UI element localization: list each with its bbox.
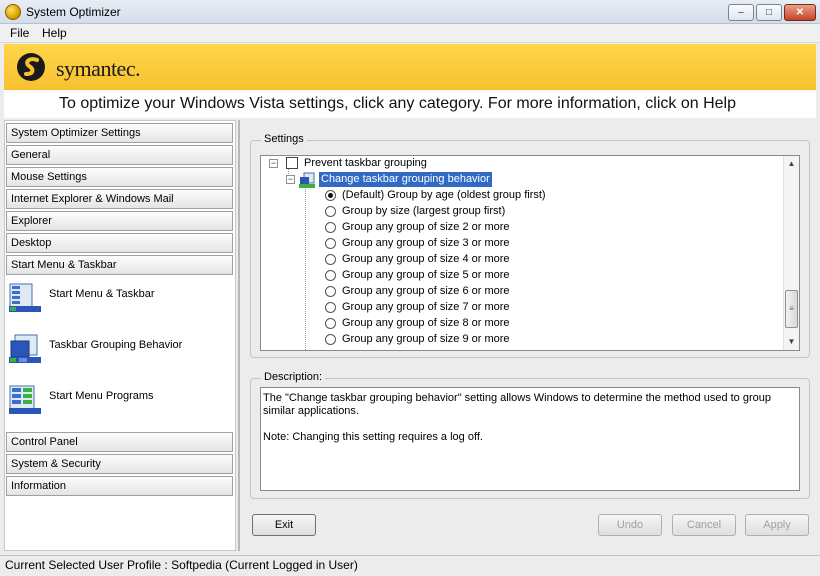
option-label: Group any group of size 5 or more xyxy=(342,269,510,281)
scroll-up-icon[interactable]: ▲ xyxy=(784,156,799,172)
option-radio[interactable] xyxy=(325,318,336,329)
option-radio[interactable] xyxy=(325,286,336,297)
category-system-security[interactable]: System & Security xyxy=(6,454,233,474)
settings-tree: − Prevent taskbar grouping − Change task… xyxy=(260,155,800,351)
symantec-logo-icon xyxy=(17,53,45,81)
option-radio[interactable] xyxy=(325,206,336,217)
settings-legend: Settings xyxy=(261,133,307,145)
option-radio[interactable] xyxy=(325,238,336,249)
start-menu-programs-icon xyxy=(9,385,41,414)
app-icon xyxy=(5,4,21,20)
description-group: Description: The "Change taskbar groupin… xyxy=(250,371,810,499)
undo-button[interactable]: Undo xyxy=(598,514,662,536)
taskbar-grouping-icon xyxy=(9,334,41,363)
collapse-icon[interactable]: − xyxy=(269,159,278,168)
subitem-taskbar-grouping-behavior[interactable]: Taskbar Grouping Behavior xyxy=(9,333,229,369)
category-mouse-settings[interactable]: Mouse Settings xyxy=(6,167,233,187)
subitem-start-menu-programs[interactable]: Start Menu Programs xyxy=(9,384,229,420)
option-label: Group any group of size 6 or more xyxy=(342,285,510,297)
option-label: Group any group of size 4 or more xyxy=(342,253,510,265)
menu-file[interactable]: File xyxy=(10,26,29,40)
tree-connector xyxy=(305,184,306,350)
status-bar: Current Selected User Profile : Softpedi… xyxy=(0,555,820,576)
panel-splitter[interactable] xyxy=(238,120,240,551)
tree-item-label: Prevent taskbar grouping xyxy=(304,157,427,169)
category-system-optimizer-settings[interactable]: System Optimizer Settings xyxy=(6,123,233,143)
option-radio[interactable] xyxy=(325,334,336,345)
taskbar-setting-icon xyxy=(299,172,315,188)
description-text: The "Change taskbar grouping behavior" s… xyxy=(263,392,771,417)
description-legend: Description: xyxy=(261,371,326,383)
brand-banner: symantec. xyxy=(4,44,816,90)
scroll-down-icon[interactable]: ▼ xyxy=(784,334,799,350)
option-radio[interactable] xyxy=(325,270,336,281)
menu-help[interactable]: Help xyxy=(42,26,67,40)
subitem-label: Taskbar Grouping Behavior xyxy=(49,339,183,351)
option-label: (Default) Group by age (oldest group fir… xyxy=(342,189,546,201)
settings-scrollbar[interactable]: ▲ ≡ ▼ xyxy=(783,156,799,350)
option-label: Group by size (largest group first) xyxy=(342,205,506,217)
instruction-text: To optimize your Windows Vista settings,… xyxy=(4,90,816,118)
option-radio[interactable] xyxy=(325,302,336,313)
option-label: Group any group of size 9 or more xyxy=(342,333,510,345)
minimize-button[interactable]: – xyxy=(728,4,754,21)
window-title: System Optimizer xyxy=(26,5,121,19)
apply-button[interactable]: Apply xyxy=(745,514,809,536)
category-explorer[interactable]: Explorer xyxy=(6,211,233,231)
category-internet-explorer[interactable]: Internet Explorer & Windows Mail xyxy=(6,189,233,209)
option-label: Group any group of size 3 or more xyxy=(342,237,510,249)
description-note: Note: Changing this setting requires a l… xyxy=(263,431,483,443)
settings-group: Settings − Prevent taskbar grouping − Ch… xyxy=(250,133,810,358)
option-label: Group any group of size 8 or more xyxy=(342,317,510,329)
subitem-start-menu-taskbar[interactable]: Start Menu & Taskbar xyxy=(9,282,229,318)
option-radio[interactable] xyxy=(325,222,336,233)
exit-button[interactable]: Exit xyxy=(252,514,316,536)
description-box: The "Change taskbar grouping behavior" s… xyxy=(260,387,800,491)
subitem-label: Start Menu & Taskbar xyxy=(49,288,155,300)
category-information[interactable]: Information xyxy=(6,476,233,496)
category-panel: System Optimizer Settings General Mouse … xyxy=(4,120,236,551)
menu-bar: File Help xyxy=(0,24,820,43)
collapse-icon[interactable]: − xyxy=(286,175,295,184)
category-control-panel[interactable]: Control Panel xyxy=(6,432,233,452)
category-desktop[interactable]: Desktop xyxy=(6,233,233,253)
brand-logo-text: symantec. xyxy=(56,56,141,81)
option-label: Group any group of size 7 or more xyxy=(342,301,510,313)
subitem-label: Start Menu Programs xyxy=(49,390,154,402)
option-label: Group any group of size 2 or more xyxy=(342,221,510,233)
prevent-grouping-checkbox[interactable] xyxy=(286,157,298,169)
cancel-button[interactable]: Cancel xyxy=(672,514,736,536)
option-radio[interactable] xyxy=(325,190,336,201)
scroll-thumb[interactable]: ≡ xyxy=(785,290,798,328)
close-button[interactable]: ✕ xyxy=(784,4,816,21)
start-menu-icon xyxy=(9,283,41,312)
option-radio[interactable] xyxy=(325,254,336,265)
maximize-button[interactable]: □ xyxy=(756,4,782,21)
category-general[interactable]: General xyxy=(6,145,233,165)
tree-item-label: Change taskbar grouping behavior xyxy=(319,172,492,187)
category-start-menu-taskbar[interactable]: Start Menu & Taskbar xyxy=(6,255,233,275)
title-bar: System Optimizer – □ ✕ xyxy=(0,0,820,24)
